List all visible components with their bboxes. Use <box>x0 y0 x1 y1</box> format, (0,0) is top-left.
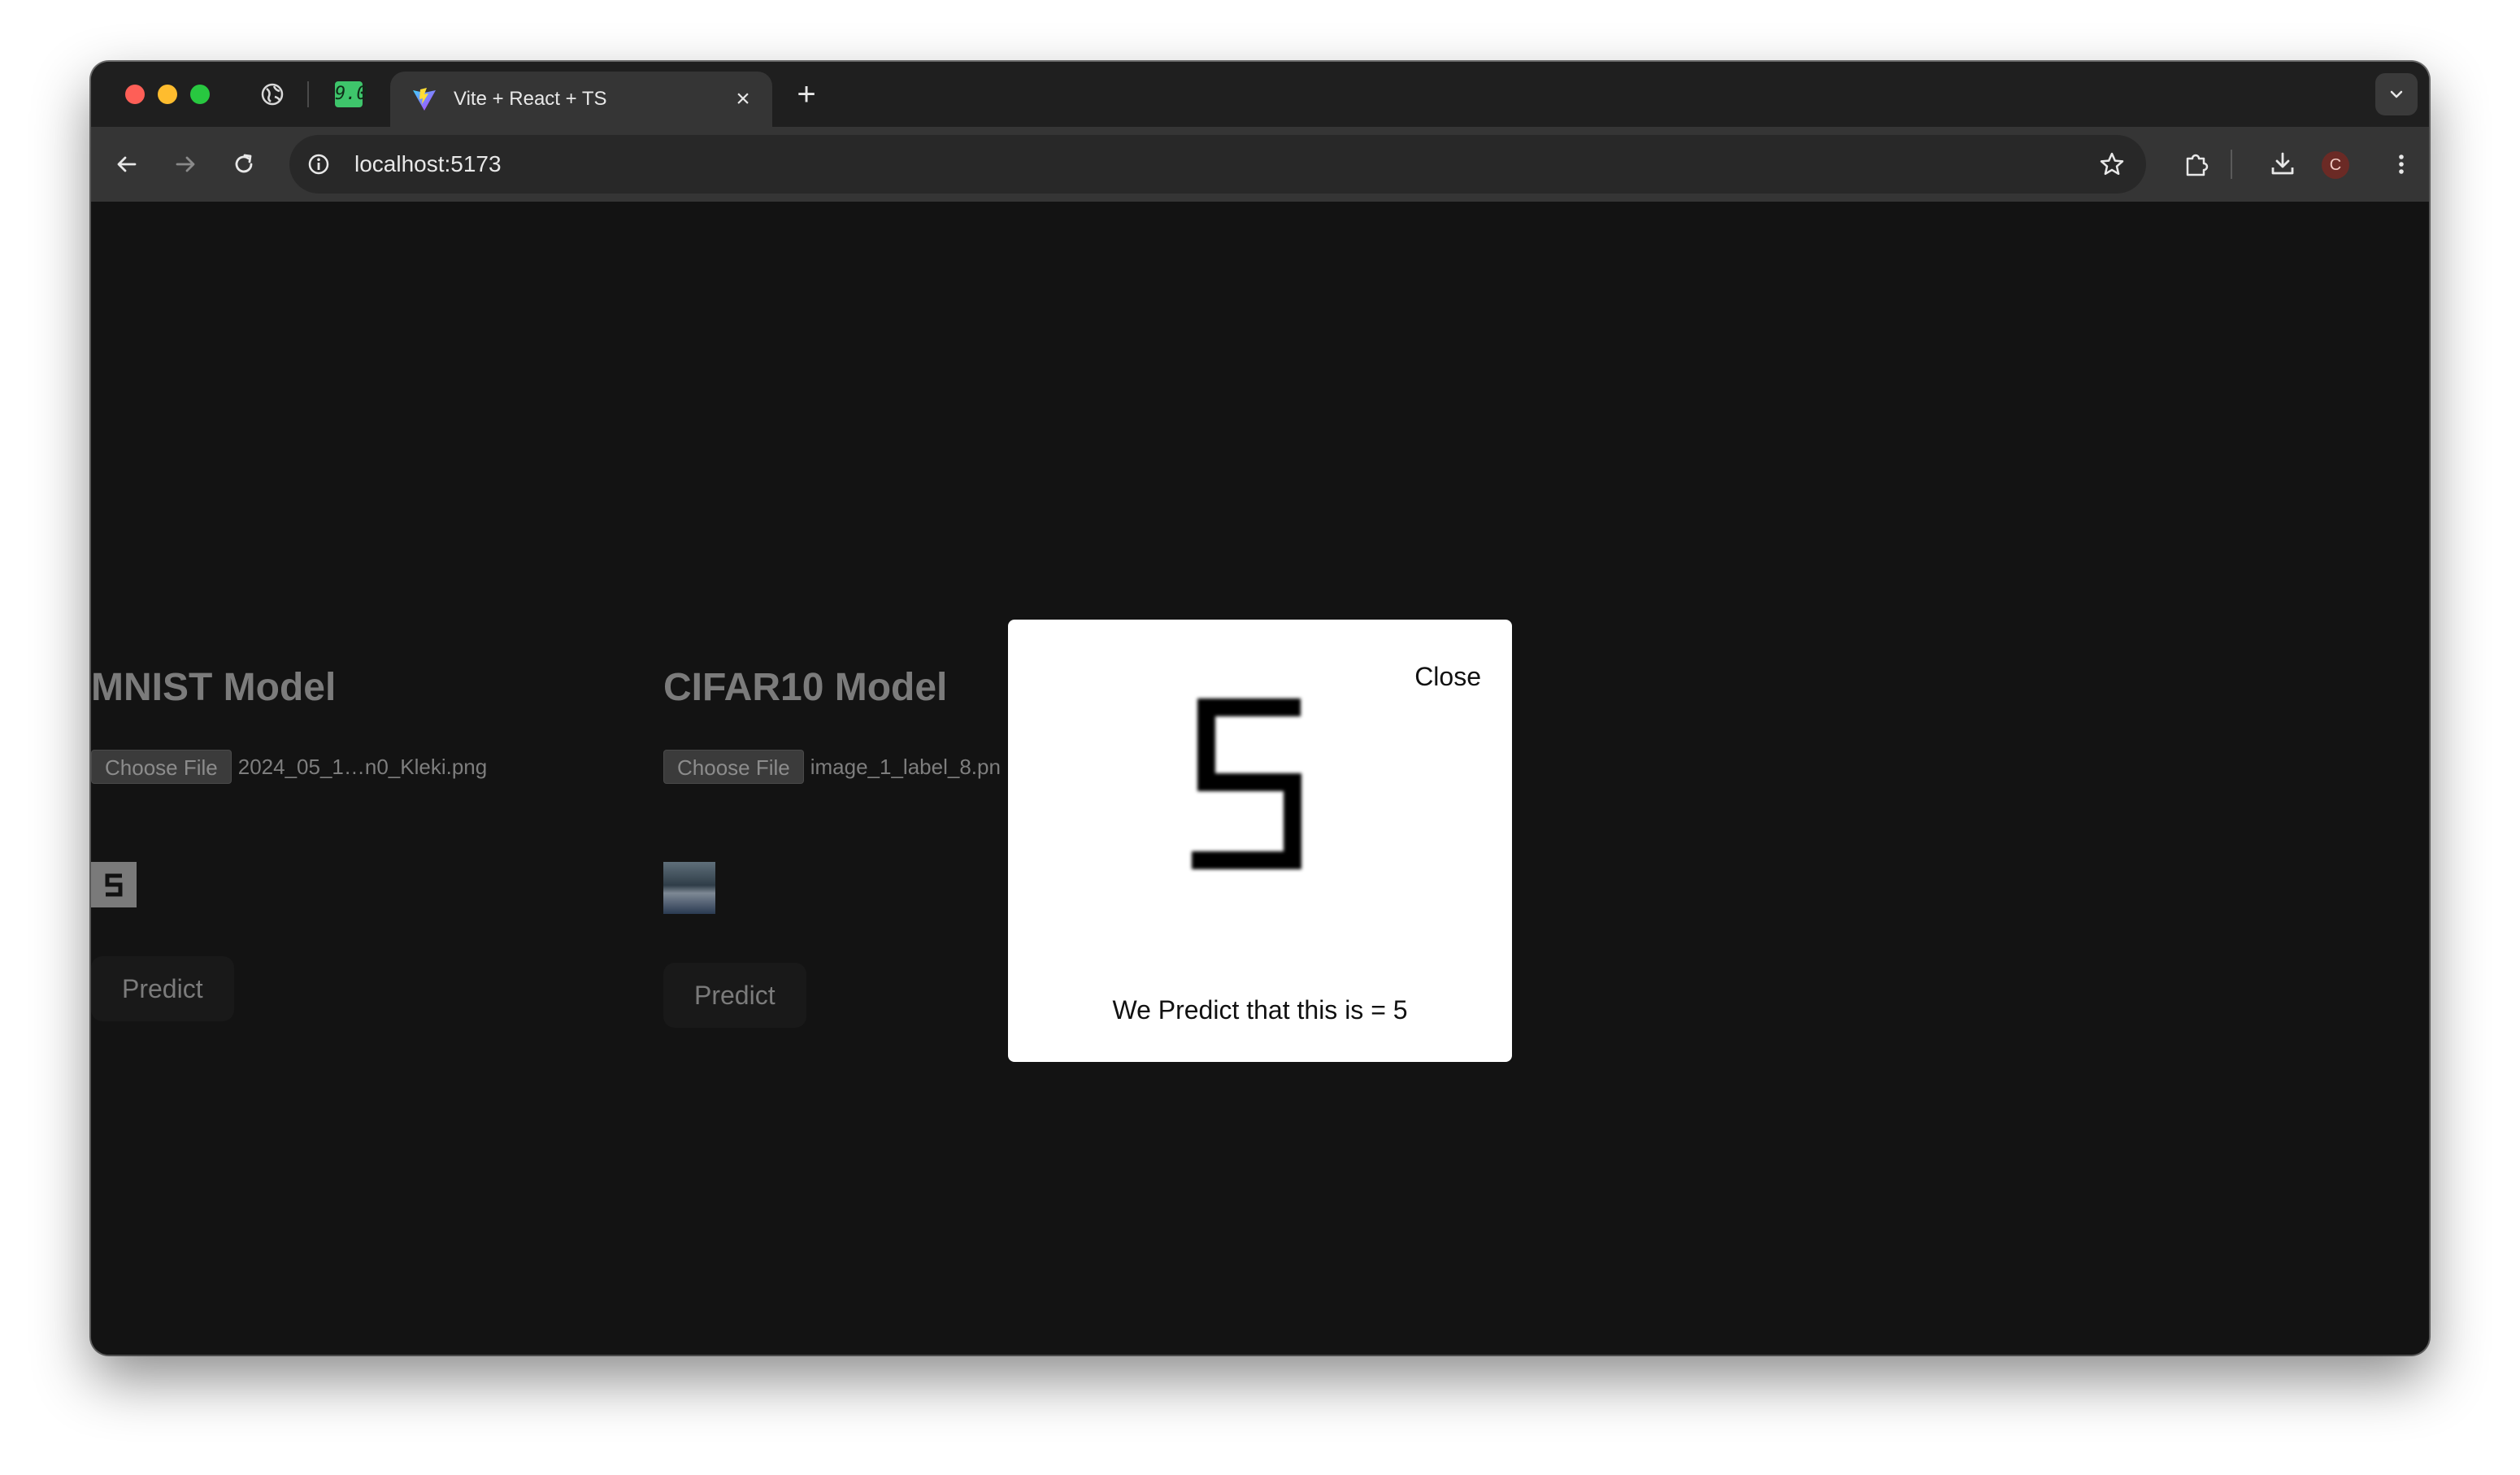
url-text[interactable]: localhost:5173 <box>354 151 502 177</box>
bookmark-button[interactable] <box>2092 145 2131 184</box>
mnist-predict-button[interactable]: Predict <box>91 956 234 1021</box>
prediction-modal: Close We Predict that this is = 5 <box>1008 620 1512 1062</box>
site-info-button[interactable] <box>299 145 338 184</box>
reload-button[interactable] <box>224 145 263 184</box>
mnist-choose-file-button[interactable]: Choose File <box>91 750 232 784</box>
browser-menu-button[interactable] <box>2382 145 2421 184</box>
address-bar[interactable]: localhost:5173 <box>289 135 2146 194</box>
cifar-predict-button[interactable]: Predict <box>663 963 806 1028</box>
forward-arrow-icon <box>176 156 195 172</box>
browser-toolbar: localhost:5173 C <box>91 127 2429 203</box>
cifar-file-input[interactable]: Choose File image_1_label_8.pn <box>663 750 1001 784</box>
toolbar-divider <box>2231 150 2232 179</box>
forward-button[interactable] <box>166 145 205 184</box>
modal-close-button[interactable]: Close <box>1414 662 1481 692</box>
star-icon <box>2100 152 2124 176</box>
more-vertical-icon <box>2399 154 2404 174</box>
prediction-result-text: We Predict that this is = 5 <box>1112 995 1408 1025</box>
predicted-digit-image <box>1192 698 1301 869</box>
minimize-window-button[interactable] <box>158 85 177 104</box>
extensions-button[interactable] <box>2177 145 2216 184</box>
mnist-title: MNIST Model <box>91 666 337 709</box>
mnist-image-preview <box>91 862 137 907</box>
page-viewport: MNIST Model Choose File 2024_05_1…n0_Kle… <box>91 202 2429 1355</box>
mnist-file-name: 2024_05_1…n0_Kleki.png <box>237 754 488 779</box>
back-button[interactable] <box>107 145 146 184</box>
tab-separator <box>307 81 309 107</box>
tab-search-button[interactable] <box>2375 73 2418 115</box>
cifar-file-name: image_1_label_8.pn <box>810 754 1001 779</box>
mnist-file-input[interactable]: Choose File 2024_05_1…n0_Kleki.png <box>91 750 487 784</box>
close-window-button[interactable] <box>125 85 145 104</box>
new-tab-button[interactable]: + <box>789 76 824 112</box>
tab-close-icon[interactable]: × <box>728 85 758 114</box>
maximize-window-button[interactable] <box>190 85 210 104</box>
browser-window: 9.0 Vite + React + TS × + localhost:5173… <box>91 62 2429 1355</box>
tab-strip: 9.0 Vite + React + TS × + <box>91 62 2429 127</box>
download-icon <box>2271 152 2294 175</box>
chevron-down-icon <box>2390 90 2403 98</box>
reload-icon <box>235 154 253 173</box>
puzzle-piece-icon <box>2186 154 2209 176</box>
cifar-title: CIFAR10 Model <box>663 666 948 709</box>
vite-logo-icon <box>413 88 436 111</box>
info-icon <box>308 154 329 175</box>
downloads-button[interactable] <box>2263 145 2302 184</box>
cifar-choose-file-button[interactable]: Choose File <box>663 750 804 784</box>
mnist-digit-thumbnail <box>105 873 123 897</box>
back-arrow-icon <box>117 156 137 172</box>
profile-avatar[interactable]: C <box>2322 151 2349 179</box>
globe-icon <box>261 83 284 106</box>
pinned-tab-badge[interactable]: 9.0 <box>335 81 367 107</box>
cifar-image-preview <box>663 862 715 914</box>
pinned-tab-globe[interactable] <box>259 80 286 108</box>
tab-active[interactable]: Vite + React + TS × <box>390 72 772 127</box>
tab-title: Vite + React + TS <box>454 88 607 110</box>
